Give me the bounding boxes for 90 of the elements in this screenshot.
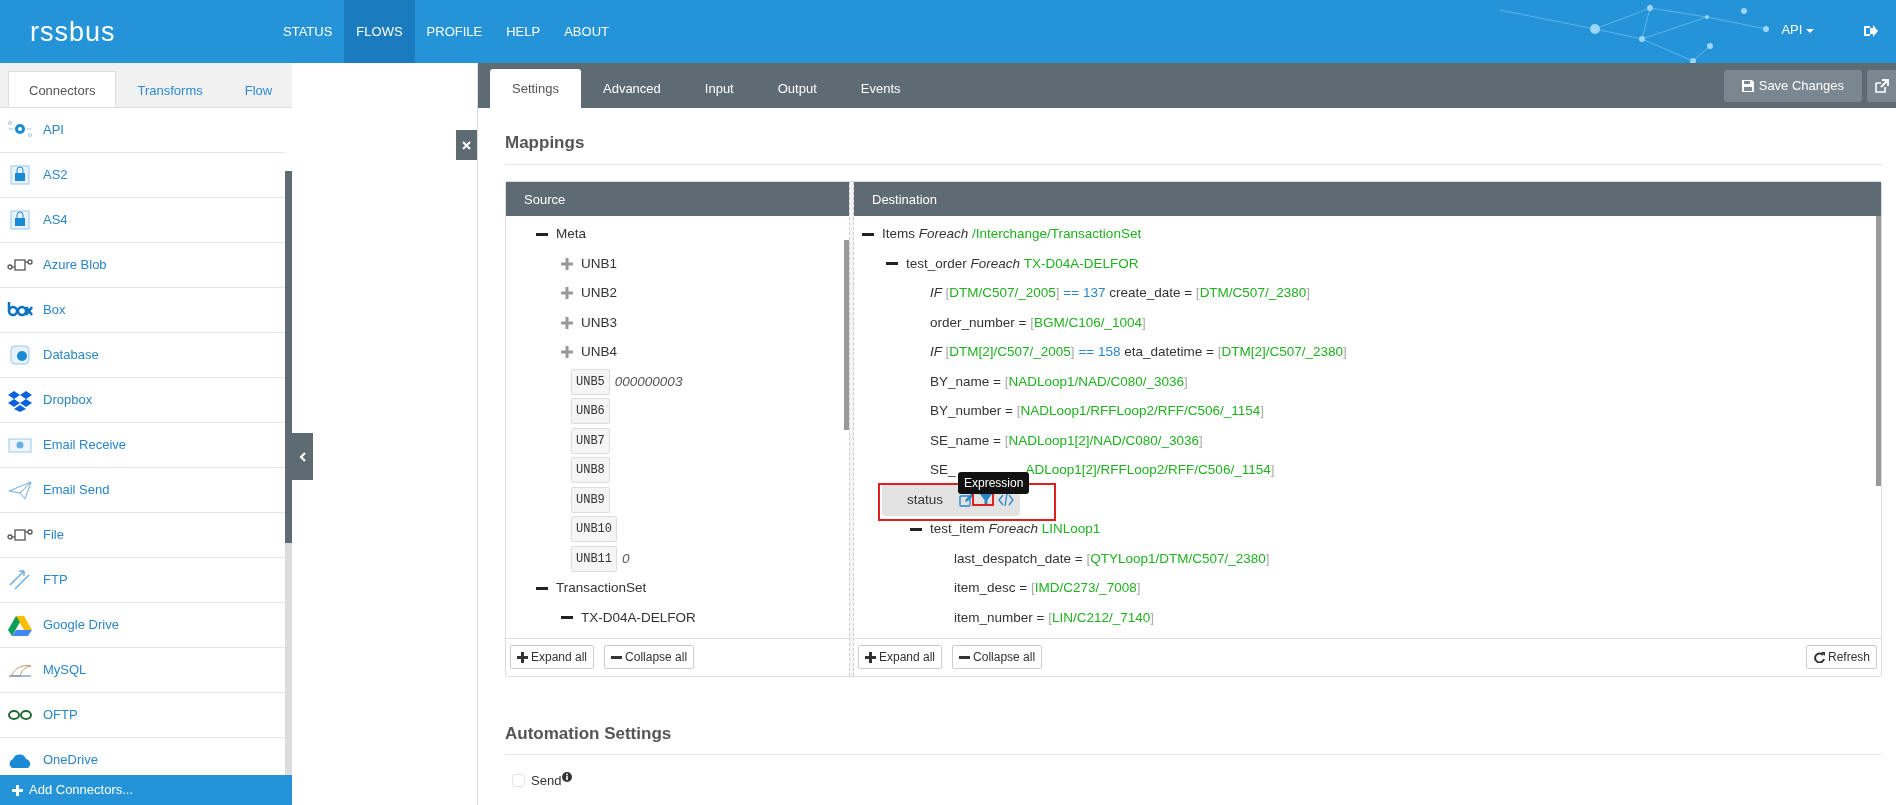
- arrows-icon: [7, 568, 33, 592]
- diamond-icon: [7, 388, 33, 412]
- mapping-line[interactable]: last_despatch_date = [QTYLoop1/DTM/C507/_2380]: [954, 548, 1270, 569]
- settings-tab[interactable]: Events: [838, 68, 923, 108]
- field-tag[interactable]: UNB6: [571, 398, 610, 425]
- section-heading: Automation Settings: [505, 698, 1882, 755]
- mapping-line[interactable]: item_desc = [IMD/C273/_7008]: [954, 578, 1141, 599]
- field-tag[interactable]: UNB8: [571, 457, 610, 484]
- field-label: status: [907, 490, 944, 509]
- tooltip: Expression: [958, 472, 1030, 494]
- edit-icon[interactable]: [959, 492, 975, 507]
- mapping-line[interactable]: IF [DTM/C507/_2005] == 137 create_date = [DTM/C507/_2380]: [930, 283, 1310, 304]
- refresh-button[interactable]: Refresh: [1805, 645, 1877, 669]
- mapping-line[interactable]: order_number = [BGM/C106/_1004]: [930, 312, 1146, 333]
- tree-node-label[interactable]: Meta: [556, 224, 586, 245]
- external-link-icon: [1874, 79, 1889, 93]
- plus-icon[interactable]: [561, 287, 573, 300]
- expand-all-button[interactable]: Expand all: [510, 645, 595, 669]
- close-icon: [462, 141, 471, 151]
- refresh-icon: [1812, 651, 1825, 663]
- tree-node-label[interactable]: UNB3: [581, 312, 617, 333]
- field-tag[interactable]: UNB9: [571, 486, 610, 513]
- plus-icon: [865, 651, 876, 663]
- tree-node-label[interactable]: UNB1: [581, 253, 617, 274]
- tree-node-label[interactable]: UNB4: [581, 342, 617, 363]
- mapping-line[interactable]: test_item Foreach LINLoop1: [930, 519, 1101, 540]
- field-tag[interactable]: UNB11: [571, 545, 617, 572]
- checkbox-label: Send: [531, 772, 562, 790]
- tree-node-label[interactable]: UNB2: [581, 283, 617, 304]
- connector-item[interactable]: Google Drive: [0, 603, 285, 648]
- settings-tab[interactable]: Input: [682, 68, 756, 108]
- mapping-line[interactable]: IF [DTM[2]/C507/_2005] == 158 eta_datetime = [DTM[2]/C507/_2380]: [930, 342, 1347, 363]
- settings-tab[interactable]: Advanced: [581, 68, 683, 108]
- plus-icon: [12, 784, 23, 796]
- section-heading: Mappings: [505, 108, 1882, 165]
- tree-node-label[interactable]: TX-D04A-DELFOR: [581, 607, 696, 628]
- caret-icon: [1806, 28, 1814, 33]
- sidebar-tab[interactable]: Connectors: [8, 71, 117, 107]
- lock-icon: [7, 208, 33, 232]
- connector-item[interactable]: AS4: [0, 198, 285, 243]
- chevron-left-icon: [298, 451, 307, 462]
- collapse-all-button[interactable]: Collapse all: [952, 645, 1043, 669]
- collapse-panel-button[interactable]: [292, 433, 313, 480]
- mapping-line[interactable]: item_number = [LIN/C212/_7140]: [954, 607, 1155, 628]
- mapping-line[interactable]: Items Foreach /Interchange/TransactionSet: [882, 224, 1142, 245]
- column-header: Destination: [854, 181, 1881, 216]
- scrollbar-thumb[interactable]: [285, 171, 292, 543]
- connector-item[interactable]: Dropbox: [0, 378, 285, 423]
- send-checkbox[interactable]: [511, 774, 525, 788]
- connector-item[interactable]: Database: [0, 333, 285, 378]
- plus-icon[interactable]: [561, 257, 573, 270]
- field-tag[interactable]: UNB10: [571, 516, 617, 543]
- scrollbar-thumb[interactable]: [844, 239, 849, 430]
- mapping-line[interactable]: SE_: [930, 460, 956, 481]
- nav-link[interactable]: FLOWS: [344, 0, 415, 63]
- connector-item[interactable]: AS2: [0, 153, 285, 198]
- lock-icon: [7, 163, 33, 187]
- database-icon: [7, 343, 33, 367]
- code-icon[interactable]: [998, 492, 1015, 507]
- expand-all-button[interactable]: Expand all: [858, 645, 943, 669]
- logout-icon[interactable]: [1863, 24, 1878, 38]
- paper-plane-icon: [7, 478, 33, 502]
- collapse-all-button[interactable]: Collapse all: [604, 645, 695, 669]
- info-icon[interactable]: [561, 771, 572, 782]
- open-external-button[interactable]: [1867, 70, 1896, 102]
- connector-item[interactable]: Email Receive: [0, 423, 285, 468]
- tree-node-label[interactable]: TransactionSet: [556, 578, 647, 599]
- scrollbar-thumb[interactable]: [1876, 215, 1881, 486]
- mapping-line[interactable]: test_order Foreach TX-D04A-DELFOR: [906, 253, 1139, 274]
- mapping-line[interactable]: BY_number = [NADLoop1/RFFLoop2/RFF/C506/_1154]: [930, 401, 1265, 422]
- plus-icon: [517, 651, 528, 663]
- field-value: 0: [622, 549, 630, 568]
- triangle-icon: [7, 613, 33, 637]
- column-header: Source: [506, 181, 849, 216]
- connector-item[interactable]: Box: [0, 288, 285, 333]
- connector-item[interactable]: API: [0, 108, 285, 153]
- settings-tab[interactable]: Output: [755, 68, 839, 108]
- field-value: 000000003: [614, 372, 683, 391]
- floppy-icon: [1741, 80, 1754, 92]
- field-tag[interactable]: UNB7: [571, 427, 610, 454]
- settings-tab[interactable]: Settings: [490, 68, 581, 108]
- connector-item[interactable]: Azure Blob: [0, 243, 285, 288]
- save-changes-button[interactable]: Save Changes: [1723, 70, 1862, 102]
- plus-icon[interactable]: [561, 346, 573, 359]
- plus-icon[interactable]: [561, 316, 573, 329]
- field-tag[interactable]: UNB5: [571, 368, 610, 395]
- close-panel-button[interactable]: [456, 130, 477, 160]
- mapping-line[interactable]: SE_name = [NADLoop1[2]/NAD/C080/_3036]: [930, 430, 1203, 451]
- mapping-line[interactable]: BY_name = [NADLoop1/NAD/C080/_3036]: [930, 371, 1188, 392]
- connector-item[interactable]: File: [0, 513, 285, 558]
